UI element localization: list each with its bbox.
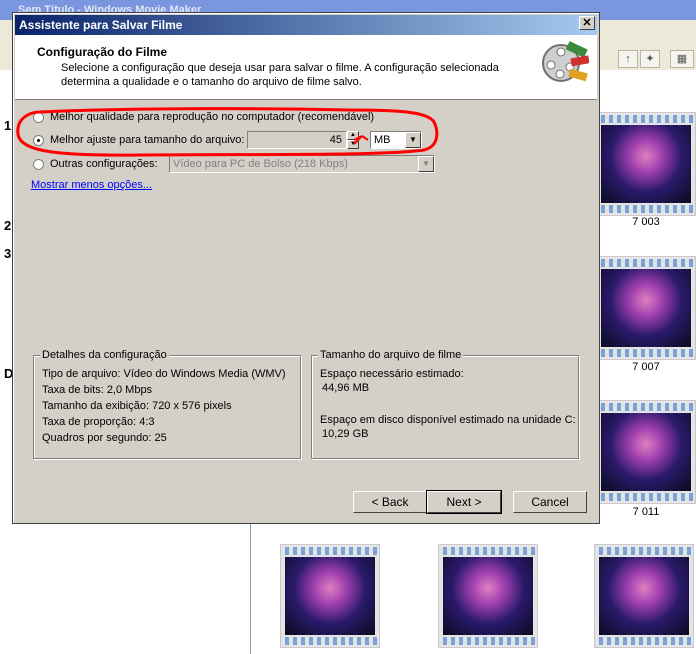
radio-other[interactable] — [33, 158, 44, 170]
disk-space-label: Espaço em disco disponível estimado na u… — [320, 414, 576, 426]
clip-thumbnail[interactable] — [594, 544, 694, 648]
option-other[interactable]: Outras configurações: — [33, 156, 158, 172]
dialog-title-bar: Assistente para Salvar Filme — [15, 15, 597, 35]
disk-space-value: 10,29 GB — [322, 428, 369, 440]
detail-line: Taxa de proporção: 4:3 — [42, 416, 155, 428]
film-reel-icon — [542, 41, 589, 82]
radio-best-quality[interactable] — [33, 111, 44, 123]
clip-label: 7 011 — [632, 506, 660, 518]
config-details-legend: Detalhes da configuração — [40, 349, 169, 361]
clip-thumbnail[interactable] — [280, 544, 380, 648]
file-size-stepper[interactable]: ▲ ▼ — [347, 131, 359, 149]
clip-thumbnail[interactable] — [596, 256, 696, 360]
page-title: Configuração do Filme — [37, 45, 168, 59]
pane-marker: 3 — [4, 246, 12, 261]
close-icon[interactable]: ✕ — [579, 16, 595, 30]
clip-thumbnail[interactable] — [438, 544, 538, 648]
back-button[interactable]: < Back — [353, 491, 427, 513]
views-icon[interactable]: ▦ — [670, 50, 694, 68]
show-less-options-link[interactable]: Mostrar menos opções... — [31, 179, 152, 191]
spin-up-icon[interactable]: ▲ — [347, 131, 359, 140]
clip-label: 7 003 — [632, 216, 660, 228]
pane-marker: 1 — [4, 118, 12, 133]
new-folder-icon[interactable]: ✦ — [640, 50, 660, 68]
pane-marker: 2 — [4, 218, 12, 233]
dialog-title: Assistente para Salvar Filme — [19, 18, 183, 32]
chevron-down-icon: ▼ — [418, 156, 434, 172]
size-unit-select[interactable]: MB ▼ — [370, 131, 422, 149]
file-size-legend: Tamanho do arquivo de filme — [318, 349, 464, 361]
radio-best-fit[interactable] — [33, 134, 44, 146]
clip-label: 7 007 — [632, 361, 660, 373]
detail-line: Tipo de arquivo: Vídeo do Windows Media … — [42, 368, 286, 380]
option-best-quality[interactable]: Melhor qualidade para reprodução no comp… — [33, 109, 374, 125]
save-movie-wizard: Assistente para Salvar Filme ✕ Configura… — [12, 12, 600, 524]
wizard-header: Configuração do Filme Selecione a config… — [15, 35, 597, 100]
detail-line: Taxa de bits: 2,0 Mbps — [42, 384, 153, 396]
config-details-group: Detalhes da configuração Tipo de arquivo… — [33, 349, 301, 459]
other-settings-select: Vídeo para PC de Bolso (218 Kbps) ▼ — [169, 155, 435, 173]
other-settings-value: Vídeo para PC de Bolso (218 Kbps) — [173, 158, 348, 170]
space-needed-value: 44,96 MB — [322, 382, 370, 394]
clip-thumbnail[interactable] — [596, 400, 696, 504]
file-size-group: Tamanho do arquivo de filme Espaço neces… — [311, 349, 579, 459]
page-subtitle: Selecione a configuração que deseja usar… — [61, 62, 499, 88]
detail-line: Quadros por segundo: 25 — [42, 432, 167, 444]
size-unit-value: MB — [374, 134, 391, 146]
option-best-fit[interactable]: Melhor ajuste para tamanho do arquivo: — [33, 132, 244, 148]
folder-up-icon[interactable]: ↑ — [618, 50, 638, 68]
clip-thumbnail[interactable] — [596, 112, 696, 216]
detail-line: Tamanho da exibição: 720 x 576 pixels — [42, 400, 232, 412]
space-needed-label: Espaço necessário estimado: — [320, 368, 464, 380]
file-size-input[interactable]: 45 — [247, 131, 347, 149]
next-button[interactable]: Next > — [426, 490, 502, 514]
spin-down-icon[interactable]: ▼ — [347, 140, 359, 149]
chevron-down-icon[interactable]: ▼ — [405, 132, 421, 148]
cancel-button[interactable]: Cancel — [513, 491, 587, 513]
